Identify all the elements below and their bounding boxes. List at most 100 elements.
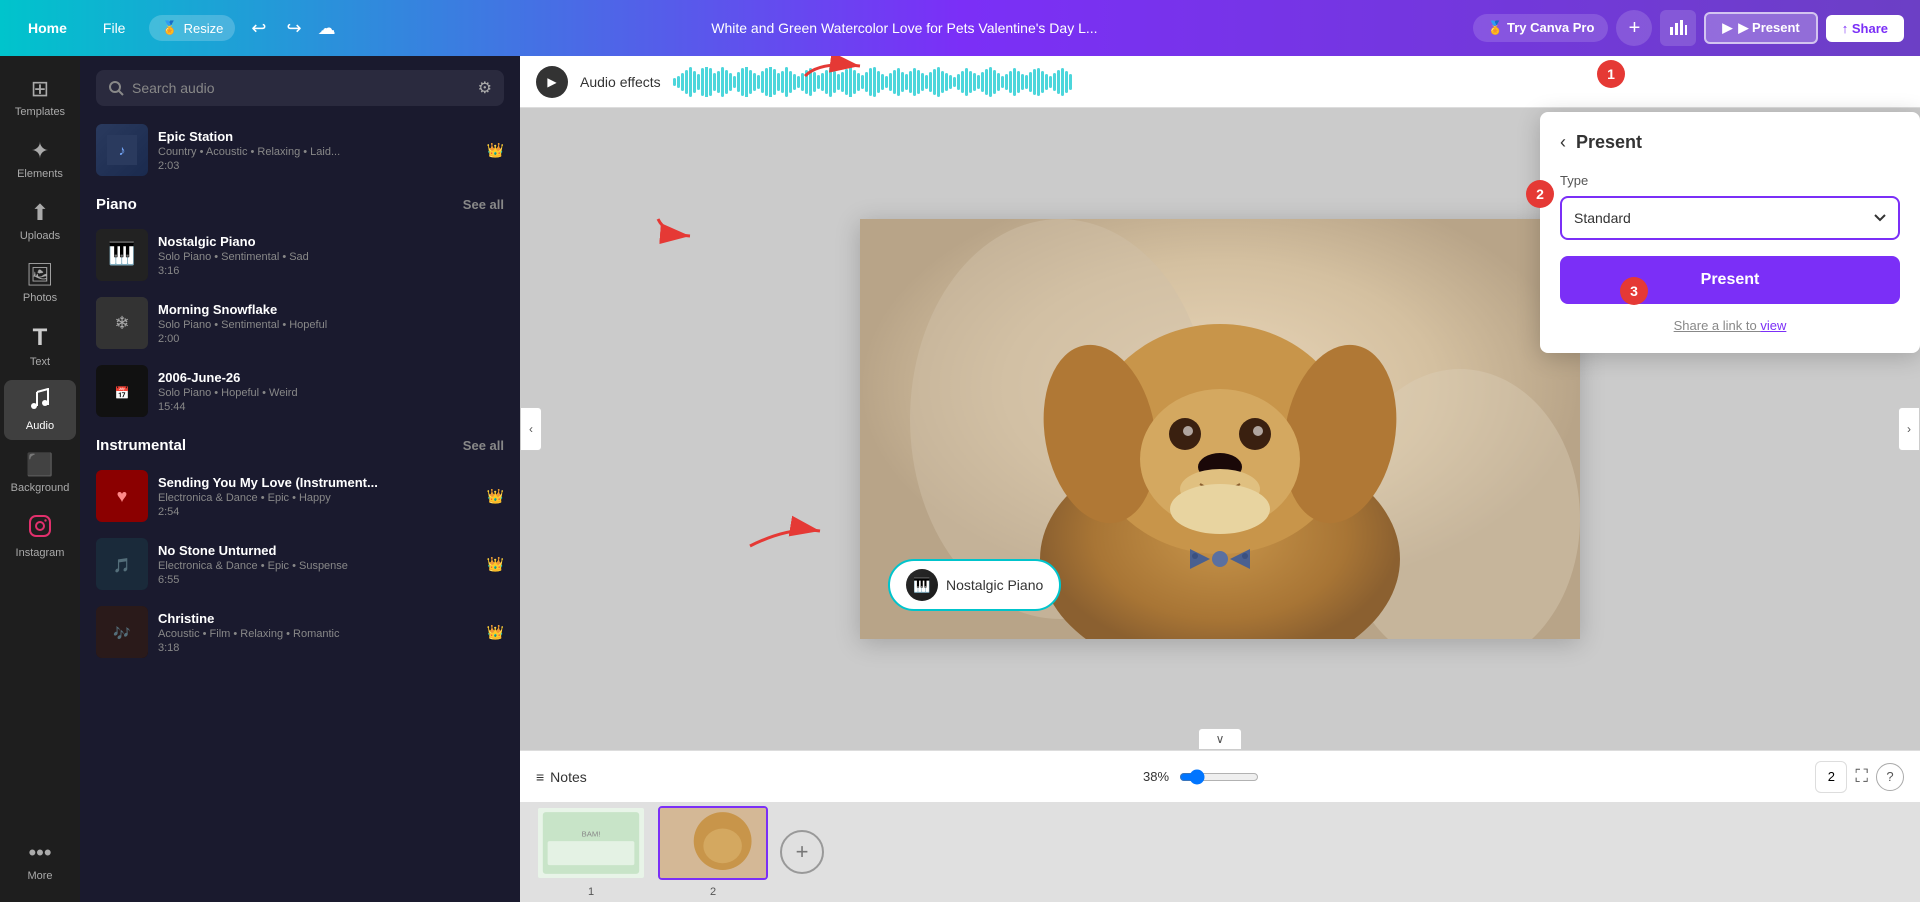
redo-button[interactable]: ↪ xyxy=(283,14,306,43)
audio-item-epic-station[interactable]: ♪ Epic Station Country • Acoustic • Rela… xyxy=(88,116,512,184)
present-back-button[interactable]: ‹ xyxy=(1560,132,1566,153)
audio-item-no-stone[interactable]: 🎵 No Stone Unturned Electronica & Dance … xyxy=(88,530,512,598)
pages-strip: BAM! 1 xyxy=(520,802,1920,902)
collapse-right-button[interactable]: › xyxy=(1898,407,1920,451)
sidebar-item-more[interactable]: ••• More xyxy=(4,832,76,890)
share-link-view-text[interactable]: view xyxy=(1760,318,1786,333)
photos-icon: 🖼 xyxy=(26,262,54,288)
sidebar-item-label: Templates xyxy=(15,106,65,118)
collapse-left-icon: ‹ xyxy=(529,422,533,436)
file-button[interactable]: File xyxy=(91,14,138,42)
music-thumb-small: 🎹 xyxy=(906,569,938,601)
audio-thumb-nostalgic: 🎹 xyxy=(96,229,148,281)
share-button[interactable]: ↑ Share xyxy=(1826,15,1904,42)
svg-text:🎹: 🎹 xyxy=(108,241,135,266)
home-button[interactable]: Home xyxy=(16,14,79,42)
top-bar: Home File 🏅 Resize ↩ ↪ ☁ White and Green… xyxy=(0,0,1920,56)
canvas-frame: 🎹 Nostalgic Piano xyxy=(860,219,1580,639)
sidebar-item-instagram[interactable]: Instagram xyxy=(4,506,76,567)
audio-thumb-christine: 🎶 xyxy=(96,606,148,658)
top-bar-center: White and Green Watercolor Love for Pets… xyxy=(711,20,1097,36)
resize-icon: 🏅 xyxy=(161,20,177,36)
sidebar-item-label: Uploads xyxy=(20,230,60,242)
audio-info-sending: Sending You My Love (Instrument... Elect… xyxy=(158,475,477,518)
add-button[interactable]: + xyxy=(1616,10,1652,46)
audio-thumb-nostone: 🎵 xyxy=(96,538,148,590)
more-icon: ••• xyxy=(28,840,51,866)
instagram-icon xyxy=(28,514,52,543)
top-bar-left: Home File 🏅 Resize ↩ ↪ ☁ xyxy=(16,14,336,43)
piano-see-all[interactable]: See all xyxy=(463,197,504,212)
present-button[interactable]: ▶ ▶ Present xyxy=(1704,12,1817,44)
instrumental-section-title: Instrumental xyxy=(96,437,186,454)
cloud-icon: ☁ xyxy=(318,18,336,39)
crown-icon-christine: 👑 xyxy=(487,624,504,641)
svg-text:📅: 📅 xyxy=(115,386,130,400)
sidebar-item-uploads[interactable]: ⬆ Uploads xyxy=(4,192,76,250)
waveform xyxy=(673,67,1904,97)
piano-section-title: Piano xyxy=(96,196,137,213)
audio-item-sending-love[interactable]: ♥ Sending You My Love (Instrument... Ele… xyxy=(88,462,512,530)
svg-text:🎵: 🎵 xyxy=(113,557,130,573)
sidebar-item-text[interactable]: T Text xyxy=(4,316,76,376)
audio-thumb-epic: ♪ xyxy=(96,124,148,176)
page-thumb-1[interactable]: BAM! xyxy=(536,806,646,880)
notes-button[interactable]: ≡ Notes xyxy=(536,769,587,785)
page-num-2: 2 xyxy=(710,886,716,898)
zoom-controls: 38% xyxy=(1143,769,1259,785)
try-canva-pro-button[interactable]: 🏅 Try Canva Pro xyxy=(1473,14,1608,42)
step-badge-2: 2 xyxy=(1526,180,1554,208)
bottom-bar: ≡ Notes 38% 2 ⛶ ? xyxy=(520,750,1920,802)
crown-icon-nostone: 👑 xyxy=(487,556,504,573)
present-panel: ‹ Present Type Standard Autoplay Present… xyxy=(1540,112,1920,353)
sidebar-item-label: Audio xyxy=(26,420,54,432)
audio-info-nostone: No Stone Unturned Electronica & Dance • … xyxy=(158,543,477,586)
svg-text:♥: ♥ xyxy=(117,486,128,506)
sidebar-item-background[interactable]: ⬛ Background xyxy=(4,444,76,502)
background-icon: ⬛ xyxy=(26,452,53,478)
audio-item-christine[interactable]: 🎶 Christine Acoustic • Film • Relaxing •… xyxy=(88,598,512,666)
page-num-1: 1 xyxy=(588,886,594,898)
sidebar-item-photos[interactable]: 🖼 Photos xyxy=(4,254,76,312)
search-input[interactable] xyxy=(132,80,470,96)
collapse-bottom-icon: ∨ xyxy=(1216,732,1225,746)
audio-item-nostalgic-piano[interactable]: 🎹 Nostalgic Piano Solo Piano • Sentiment… xyxy=(88,221,512,289)
sidebar-item-elements[interactable]: ✦ Elements xyxy=(4,130,76,188)
music-label-overlay[interactable]: 🎹 Nostalgic Piano xyxy=(888,559,1061,611)
audio-item-2006-june[interactable]: 📅 2006-June-26 Solo Piano • Hopeful • We… xyxy=(88,357,512,425)
resize-button[interactable]: 🏅 Resize xyxy=(149,15,235,41)
collapse-bottom-button[interactable]: ∨ xyxy=(1198,728,1242,750)
page-thumb-2[interactable] xyxy=(658,806,768,880)
audio-icon xyxy=(28,388,52,416)
sidebar-item-label: Text xyxy=(30,356,50,368)
collapse-left-button[interactable]: ‹ xyxy=(520,407,542,451)
share-link-view[interactable]: Share a link to view xyxy=(1560,318,1900,333)
text-icon: T xyxy=(33,324,48,352)
undo-button[interactable]: ↩ xyxy=(247,14,270,43)
instrumental-see-all[interactable]: See all xyxy=(463,438,504,453)
notes-icon: ≡ xyxy=(536,769,544,785)
audio-thumb-snowflake: ❄ xyxy=(96,297,148,349)
audio-item-morning-snowflake[interactable]: ❄ Morning Snowflake Solo Piano • Sentime… xyxy=(88,289,512,357)
present-now-button[interactable]: Present xyxy=(1560,256,1900,304)
sidebar-item-templates[interactable]: ⊞ Templates xyxy=(4,68,76,126)
page-count-button[interactable]: 2 xyxy=(1815,761,1847,793)
help-button[interactable]: ? xyxy=(1876,763,1904,791)
search-icon xyxy=(108,80,124,96)
piano-section-header: Piano See all xyxy=(88,184,512,221)
svg-text:🎹: 🎹 xyxy=(913,577,930,594)
step-badge-1-container: 1 xyxy=(1597,60,1625,88)
svg-text:BAM!: BAM! xyxy=(582,829,601,838)
fullscreen-button[interactable]: ⛶ xyxy=(1855,766,1868,787)
add-page-button[interactable]: + xyxy=(780,830,824,874)
present-type-select[interactable]: Standard Autoplay Presenter View xyxy=(1560,196,1900,240)
zoom-slider[interactable] xyxy=(1179,769,1259,785)
document-title[interactable]: White and Green Watercolor Love for Pets… xyxy=(711,20,1097,36)
crown-icon-sending: 👑 xyxy=(487,488,504,505)
svg-text:🎶: 🎶 xyxy=(113,625,130,641)
play-button[interactable]: ▶ xyxy=(536,66,568,98)
sidebar-item-audio[interactable]: Audio xyxy=(4,380,76,440)
analytics-button[interactable] xyxy=(1660,10,1696,46)
share-link-text: Share a link to xyxy=(1674,318,1761,333)
filter-button[interactable]: ⚙ xyxy=(478,78,492,98)
